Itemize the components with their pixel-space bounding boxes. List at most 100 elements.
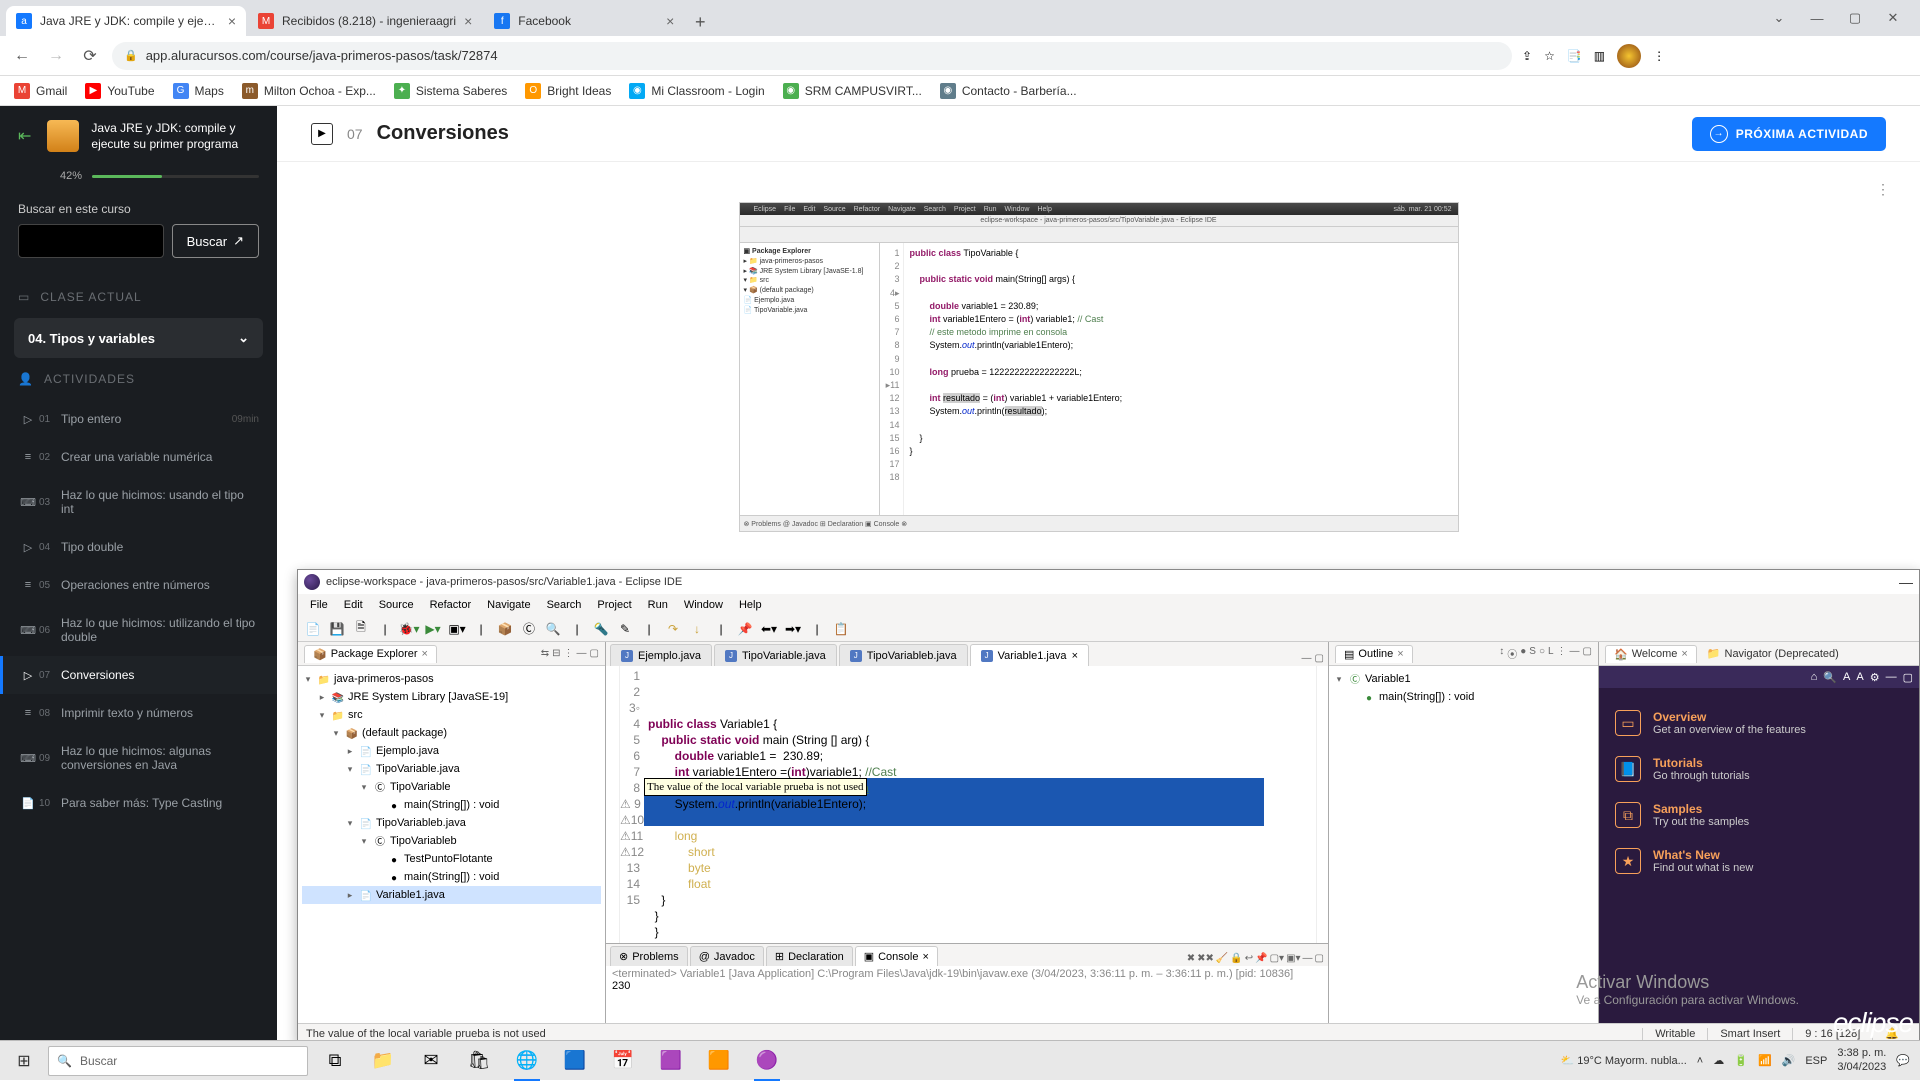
tree-item[interactable]: ▾ⒸTipoVariable bbox=[302, 778, 601, 796]
hide-fields-icon[interactable]: ● bbox=[1520, 646, 1526, 661]
run-icon[interactable]: ▶▾ bbox=[422, 618, 444, 640]
store-icon[interactable]: 🛍 bbox=[456, 1041, 502, 1081]
sidebar-activity[interactable]: 📄10Para saber más: Type Casting bbox=[0, 784, 277, 822]
sidebar-activity[interactable]: ▷01Tipo entero09min bbox=[0, 400, 277, 438]
home-icon[interactable]: ⌂ bbox=[1811, 671, 1818, 683]
sidebar-activity[interactable]: ⌨09Haz lo que hicimos: algunas conversio… bbox=[0, 732, 277, 784]
new-tab-button[interactable]: + bbox=[686, 8, 714, 36]
save-icon[interactable]: 💾 bbox=[326, 618, 348, 640]
tree-item[interactable]: ▸📚JRE System Library [JavaSE-19] bbox=[302, 688, 601, 706]
minimize-icon[interactable]: — bbox=[1800, 11, 1834, 26]
step-over-icon[interactable]: ↷ bbox=[662, 618, 684, 640]
minimize-panel-icon[interactable]: — bbox=[1886, 671, 1897, 683]
menu-item[interactable]: Search bbox=[541, 597, 588, 613]
chrome-icon[interactable]: 🌐 bbox=[504, 1041, 550, 1081]
tree-item[interactable]: ▾📁java-primeros-pasos bbox=[302, 670, 601, 688]
language-indicator[interactable]: ESP bbox=[1805, 1055, 1827, 1067]
remove-launch-icon[interactable]: ✖ bbox=[1187, 953, 1195, 964]
word-wrap-icon[interactable]: ↩ bbox=[1245, 953, 1253, 964]
new-icon[interactable]: 📄 bbox=[302, 618, 324, 640]
task-view-icon[interactable]: ⧉ bbox=[312, 1041, 358, 1081]
zoom-icon[interactable]: 🔍 bbox=[1823, 671, 1837, 684]
tree-item[interactable]: ▸📄Ejemplo.java bbox=[302, 742, 601, 760]
new-class-icon[interactable]: Ⓒ bbox=[518, 618, 540, 640]
maximize-panel-icon[interactable]: ▢ bbox=[1315, 653, 1324, 664]
battery-icon[interactable]: 🔋 bbox=[1734, 1054, 1748, 1067]
filter-icon[interactable]: ⦿ bbox=[1507, 646, 1517, 661]
app-icon-2[interactable]: 🟧 bbox=[696, 1041, 742, 1081]
tree-item[interactable]: ●TestPuntoFlotante bbox=[302, 850, 601, 868]
next-activity-button[interactable]: → PRÓXIMA ACTIVIDAD bbox=[1692, 117, 1886, 151]
bookmark-item[interactable]: ✦Sistema Saberes bbox=[394, 83, 507, 99]
coverage-icon[interactable]: ▣▾ bbox=[446, 618, 468, 640]
chevron-down-icon[interactable]: ⌄ bbox=[1762, 10, 1796, 26]
package-explorer-tab[interactable]: 📦Package Explorer× bbox=[304, 645, 437, 663]
sidebar-activity[interactable]: ≡02Crear una variable numérica bbox=[0, 438, 277, 476]
fwd-nav-icon[interactable]: ➡▾ bbox=[782, 618, 804, 640]
sidebar-activity[interactable]: ≡08Imprimir texto y números bbox=[0, 694, 277, 732]
menu-item[interactable]: Source bbox=[373, 597, 420, 613]
code-editor[interactable]: 1 2 3◦ 4 5 6 7 8 ⚠ 9 ⚠10 ⚠11 ⚠12 13 14 1… bbox=[606, 666, 1328, 943]
bookmark-item[interactable]: ▶YouTube bbox=[85, 83, 154, 99]
module-selector[interactable]: 04. Tipos y variables⌄ bbox=[14, 318, 263, 358]
debug-icon[interactable]: 🐞▾ bbox=[398, 618, 420, 640]
close-icon[interactable]: × bbox=[666, 13, 674, 29]
welcome-item[interactable]: ★What's NewFind out what is new bbox=[1611, 838, 1907, 884]
menu-item[interactable]: Project bbox=[591, 597, 637, 613]
tree-item[interactable]: ▾📦(default package) bbox=[302, 724, 601, 742]
volume-icon[interactable]: 🔊 bbox=[1782, 1054, 1796, 1067]
editor-tab[interactable]: JTipoVariableb.java bbox=[839, 644, 968, 666]
window-titlebar[interactable]: eclipse-workspace - java-primeros-pasos/… bbox=[298, 570, 1919, 594]
welcome-item[interactable]: 📘TutorialsGo through tutorials bbox=[1611, 746, 1907, 792]
sidebar-activity[interactable]: ⌨03Haz lo que hicimos: usando el tipo in… bbox=[0, 476, 277, 528]
link-editor-icon[interactable]: ⇆ bbox=[541, 648, 549, 659]
open-type-icon[interactable]: 🔍 bbox=[542, 618, 564, 640]
tree-item[interactable]: ●main(String[]) : void bbox=[302, 796, 601, 814]
editor-tab[interactable]: JVariable1.java× bbox=[970, 644, 1089, 666]
close-icon[interactable]: × bbox=[1072, 650, 1078, 662]
explorer-icon[interactable]: 📁 bbox=[360, 1041, 406, 1081]
menu-item[interactable]: Help bbox=[733, 597, 768, 613]
wifi-icon[interactable]: 📶 bbox=[1758, 1054, 1772, 1067]
eclipse-taskbar-icon[interactable]: 🟣 bbox=[744, 1041, 790, 1081]
outline-tab[interactable]: ▤Outline× bbox=[1335, 645, 1413, 663]
hide-local-icon[interactable]: L bbox=[1548, 646, 1554, 661]
welcome-item[interactable]: ▭OverviewGet an overview of the features bbox=[1611, 700, 1907, 746]
sidebar-activity[interactable]: ▷04Tipo double bbox=[0, 528, 277, 566]
open-console-icon[interactable]: ▣▾ bbox=[1286, 953, 1300, 964]
clear-console-icon[interactable]: 🧹 bbox=[1216, 953, 1228, 964]
maximize-panel-icon[interactable]: ▢ bbox=[1903, 671, 1913, 684]
side-panel-icon[interactable]: ▥ bbox=[1594, 49, 1605, 63]
close-icon[interactable]: × bbox=[1397, 648, 1403, 660]
app-icon-1[interactable]: 🟪 bbox=[648, 1041, 694, 1081]
maximize-icon[interactable]: ▢ bbox=[1838, 10, 1872, 26]
bookmark-item[interactable]: GMaps bbox=[173, 83, 224, 99]
console-tab[interactable]: @Javadoc bbox=[690, 946, 764, 966]
collapse-icon[interactable]: ⊟ bbox=[552, 648, 560, 659]
tree-item[interactable]: ▾📁src bbox=[302, 706, 601, 724]
tree-item[interactable]: ▾ⒸTipoVariableb bbox=[302, 832, 601, 850]
menu-item[interactable]: Run bbox=[642, 597, 674, 613]
minimize-panel-icon[interactable]: — bbox=[1302, 653, 1312, 664]
pin-console-icon[interactable]: 📌 bbox=[1255, 953, 1267, 964]
pin-icon[interactable]: 📌 bbox=[734, 618, 756, 640]
navigator-tab[interactable]: 📁Navigator (Deprecated) bbox=[1701, 645, 1845, 662]
outline-item[interactable]: ▾ⒸVariable1 bbox=[1333, 670, 1594, 688]
close-icon[interactable]: × bbox=[422, 648, 428, 660]
tree-item[interactable]: ●main(String[]) : void bbox=[302, 868, 601, 886]
display-selected-icon[interactable]: ▢▾ bbox=[1270, 953, 1284, 964]
back-button[interactable]: ← bbox=[10, 44, 34, 68]
reload-button[interactable]: ⟳ bbox=[78, 44, 102, 68]
bookmark-item[interactable]: ◉Contacto - Barbería... bbox=[940, 83, 1077, 99]
onedrive-icon[interactable]: ☁ bbox=[1713, 1054, 1724, 1067]
close-icon[interactable]: × bbox=[464, 13, 472, 29]
tree-item[interactable]: ▸📄Variable1.java bbox=[302, 886, 601, 904]
tree-item[interactable]: ▾📄TipoVariableb.java bbox=[302, 814, 601, 832]
hide-non-public-icon[interactable]: ○ bbox=[1539, 646, 1545, 661]
close-icon[interactable]: × bbox=[228, 13, 236, 29]
share-icon[interactable]: ⇪ bbox=[1522, 49, 1532, 63]
maximize-panel-icon[interactable]: ▢ bbox=[590, 648, 599, 659]
view-menu-icon[interactable]: ⋮ bbox=[564, 648, 574, 659]
welcome-tab[interactable]: 🏠Welcome× bbox=[1605, 645, 1697, 663]
save-all-icon[interactable]: 🗎 bbox=[350, 618, 372, 640]
